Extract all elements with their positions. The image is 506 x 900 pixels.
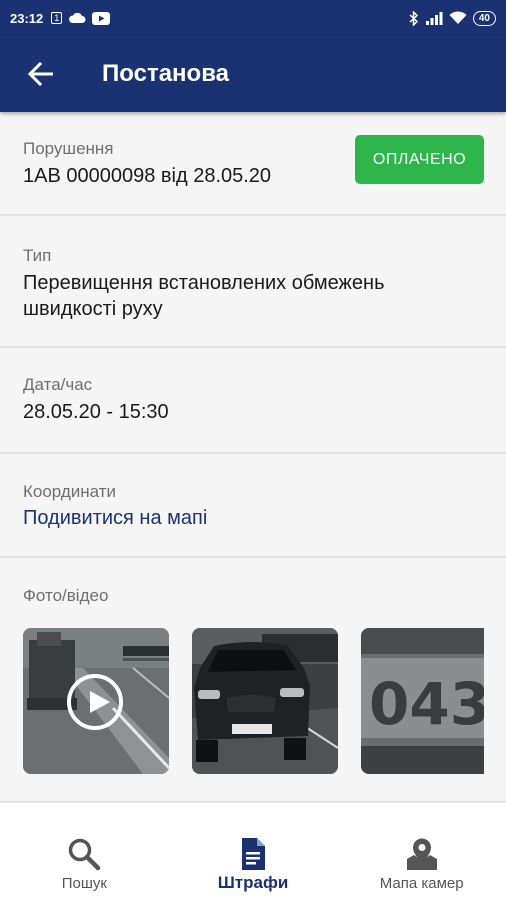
- status-time: 23:12: [10, 10, 44, 26]
- nav-camera-map[interactable]: Мапа камер: [337, 803, 506, 900]
- cloud-icon: [69, 12, 86, 23]
- status-badge: ОПЛАЧЕНО: [355, 135, 484, 184]
- datetime-label: Дата/час: [23, 375, 93, 394]
- media-gallery[interactable]: 043: [23, 628, 484, 774]
- back-button[interactable]: [0, 36, 80, 112]
- bottom-navigation: Пошук Штрафи Мапа камер: [0, 802, 506, 900]
- arrow-back-icon: [27, 62, 53, 86]
- system-icons: 40: [409, 10, 496, 26]
- signal-icon: [425, 12, 443, 25]
- violation-section: Порушення 1АВ 00000098 від 28.05.20 ОПЛА…: [0, 112, 506, 216]
- type-value: Перевищення встановлених обмежень швидко…: [23, 272, 385, 320]
- nav-camera-map-label: Мапа камер: [379, 875, 464, 892]
- nav-fines-label: Штрафи: [217, 873, 289, 892]
- media-section: Фото/відео 043: [0, 558, 506, 802]
- sim-icon: 1: [51, 12, 63, 24]
- nav-search-label: Пошук: [61, 875, 107, 892]
- bluetooth-icon: [409, 10, 418, 26]
- coordinates-label: Координати: [23, 482, 117, 501]
- type-section: Тип Перевищення встановлених обмежень шв…: [0, 216, 506, 348]
- type-label: Тип: [23, 246, 52, 265]
- media-label: Фото/відео: [23, 586, 109, 605]
- search-icon: [69, 838, 101, 871]
- video-thumbnail[interactable]: [23, 628, 169, 774]
- document-icon: [242, 838, 265, 870]
- battery-indicator: 40: [472, 10, 496, 26]
- wifi-icon: [449, 11, 467, 24]
- datetime-value: 28.05.20 - 15:30: [23, 401, 169, 423]
- nav-fines[interactable]: Штрафи: [169, 803, 338, 900]
- plate-text: 043: [369, 670, 484, 738]
- coordinates-section: Координати Подивитися на мапі: [0, 454, 506, 558]
- nav-search[interactable]: Пошук: [0, 803, 169, 900]
- car-photo-thumbnail[interactable]: [192, 628, 338, 774]
- datetime-section: Дата/час 28.05.20 - 15:30: [0, 348, 506, 454]
- resolution-details: Порушення 1АВ 00000098 від 28.05.20 ОПЛА…: [0, 112, 506, 802]
- notification-icons: 1: [51, 11, 111, 25]
- plate-photo-thumbnail[interactable]: 043: [361, 628, 484, 774]
- map-pin-icon: [406, 838, 437, 870]
- status-bar: 23:12 1 40: [0, 0, 506, 36]
- page-title: Постанова: [102, 60, 229, 87]
- view-on-map-link[interactable]: Подивитися на мапі: [23, 507, 483, 530]
- youtube-icon: [92, 11, 111, 25]
- play-icon: [67, 674, 123, 730]
- app-bar: Постанова: [0, 36, 506, 112]
